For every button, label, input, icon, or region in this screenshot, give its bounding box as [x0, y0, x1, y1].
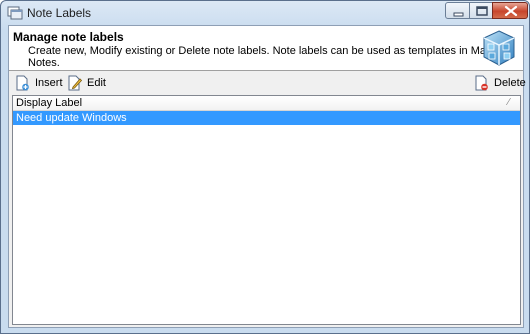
maximize-icon [476, 6, 488, 16]
table-row[interactable]: Need update Windows [13, 111, 520, 125]
minimize-icon [453, 12, 464, 17]
column-header-label: Display Label [16, 97, 83, 109]
maximize-button[interactable] [469, 2, 493, 19]
edit-button[interactable]: Edit [67, 74, 106, 92]
title-bar[interactable]: Note Labels [1, 1, 529, 25]
header-description: Create new, Modify existing or Delete no… [28, 45, 513, 69]
edit-button-label: Edit [87, 77, 106, 89]
insert-document-icon [16, 75, 29, 91]
dialog-client-area: Manage note labels Create new, Modify ex… [8, 25, 526, 328]
insert-button-label: Insert [35, 77, 63, 89]
close-button[interactable] [492, 2, 528, 19]
edit-document-icon [68, 75, 82, 91]
column-resize-icon: ⁄ [508, 97, 510, 108]
minimize-button[interactable] [445, 2, 470, 19]
column-header-display-label[interactable]: Display Label ⁄ [13, 96, 520, 111]
cube-logo-icon [483, 30, 515, 66]
insert-button[interactable]: Insert [15, 74, 63, 92]
dialog-header: Manage note labels Create new, Modify ex… [9, 26, 523, 71]
delete-button-label: Delete [494, 77, 526, 89]
note-labels-window: Note Labels Manage note labels Create ne… [0, 0, 530, 334]
header-title: Manage note labels [13, 30, 124, 44]
window-title: Note Labels [27, 6, 92, 20]
close-icon [504, 5, 518, 17]
app-window-icon [7, 6, 23, 20]
delete-document-icon [475, 75, 488, 91]
toolbar: Insert Edit Delete [9, 71, 526, 95]
labels-grid[interactable]: Display Label ⁄ Need update Windows [12, 95, 521, 325]
delete-button[interactable]: Delete [474, 74, 526, 92]
row-display-label: Need update Windows [16, 112, 127, 124]
